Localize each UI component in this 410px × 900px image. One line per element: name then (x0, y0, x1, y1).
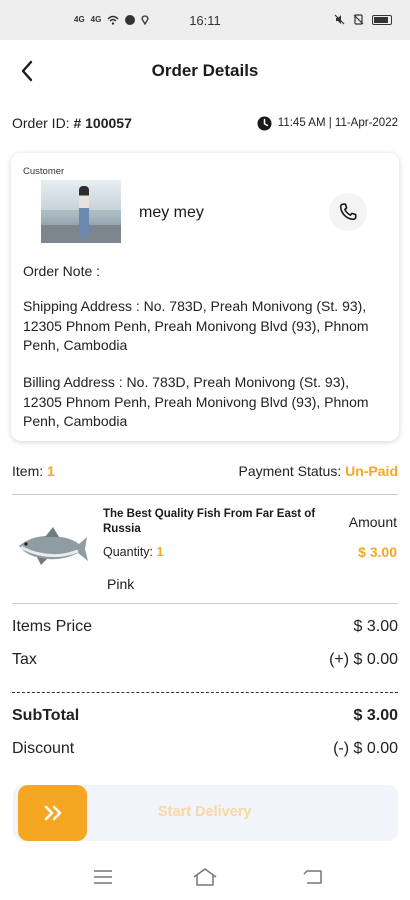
order-id-value: # 100057 (73, 115, 132, 131)
tax-row: Tax (+) $ 0.00 (12, 651, 398, 669)
no-sim-icon (353, 14, 364, 25)
status-icons-right (334, 14, 392, 25)
item-count-value: 1 (47, 463, 55, 479)
customer-label: Customer (23, 166, 65, 177)
page-title: Order Details (151, 61, 259, 80)
chevron-left-icon (21, 60, 33, 82)
swipe-label: Start Delivery (158, 804, 252, 820)
quantity-label: Quantity: (103, 545, 154, 559)
order-id: Order ID: # 100057 (12, 115, 132, 131)
order-note: Order Note : (23, 263, 101, 279)
mute-icon (334, 14, 345, 25)
payment-status: Payment Status: Un-Paid (239, 463, 399, 479)
payment-status-label: Payment Status: (238, 463, 342, 479)
location-icon (141, 15, 149, 25)
product-variant: Pink (107, 576, 135, 592)
amount-label: Amount (348, 514, 397, 530)
call-customer-button[interactable] (329, 193, 367, 231)
order-time: 11:45 AM | 11-Apr-2022 (257, 116, 398, 131)
subtotal-row: SubTotal $ 3.00 (12, 707, 398, 725)
order-info-row: Order ID: # 100057 11:45 AM | 11-Apr-202… (12, 112, 398, 134)
subtotal-value: $ 3.00 (353, 707, 398, 724)
home-icon (193, 868, 217, 886)
divider (12, 603, 398, 604)
subtotal-label: SubTotal (12, 707, 80, 724)
discount-value: (-) $ 0.00 (333, 740, 398, 757)
product-quantity: Quantity: 1 (103, 545, 163, 559)
discount-label: Discount (12, 740, 75, 757)
order-id-label: Order ID: (12, 115, 74, 131)
status-icons-left: 4G 4G (74, 14, 149, 25)
tax-value: (+) $ 0.00 (329, 651, 398, 668)
billing-address: Billing Address : No. 783D, Preah Monivo… (23, 374, 369, 429)
amount-value: $ 3.00 (358, 544, 397, 560)
product-image[interactable] (15, 515, 89, 571)
item-payment-row: Item: 1 Payment Status: Un-Paid (12, 463, 398, 479)
status-time: 16:11 (189, 12, 221, 28)
nav-menu-button[interactable] (83, 863, 123, 891)
nav-back-button[interactable] (293, 863, 333, 891)
customer-name: mey mey (139, 204, 204, 221)
back-icon (303, 870, 322, 884)
system-nav-bar (0, 855, 410, 900)
product-name: The Best Quality Fish From Far East of R… (103, 508, 316, 535)
menu-icon (94, 870, 112, 884)
order-time-text: 11:45 AM | 11-Apr-2022 (277, 117, 398, 129)
payment-status-badge: Un-Paid (345, 463, 398, 479)
tax-label: Tax (12, 651, 37, 668)
data-saver-icon (125, 14, 136, 25)
signal-1-icon: 4G (74, 15, 85, 24)
signal-2-icon: 4G (90, 15, 102, 24)
quantity-value: 1 (156, 545, 164, 559)
discount-row: Discount (-) $ 0.00 (12, 740, 398, 758)
items-price-label: Items Price (12, 618, 93, 635)
items-price-value: $ 3.00 (353, 618, 398, 635)
nav-home-button[interactable] (185, 863, 225, 891)
items-price-row: Items Price $ 3.00 (12, 618, 398, 636)
customer-avatar (41, 180, 121, 243)
dashed-divider (12, 692, 398, 693)
customer-card: Customer mey mey Order Note : Shipping A… (11, 153, 399, 441)
wifi-icon (107, 15, 119, 25)
double-chevron-right-icon (44, 805, 61, 821)
back-button[interactable] (10, 54, 44, 88)
item-label: Item: (12, 463, 44, 479)
status-bar: 4G 4G 16:11 (0, 0, 410, 40)
divider (12, 494, 398, 495)
item-count: Item: 1 (12, 463, 55, 479)
swipe-handle[interactable] (18, 785, 87, 841)
phone-icon (339, 203, 357, 221)
clock-icon (257, 116, 272, 130)
app-header: Order Details (0, 40, 410, 102)
shipping-address: Shipping Address : No. 783D, Preah Moniv… (23, 298, 369, 353)
battery-icon (372, 14, 392, 25)
